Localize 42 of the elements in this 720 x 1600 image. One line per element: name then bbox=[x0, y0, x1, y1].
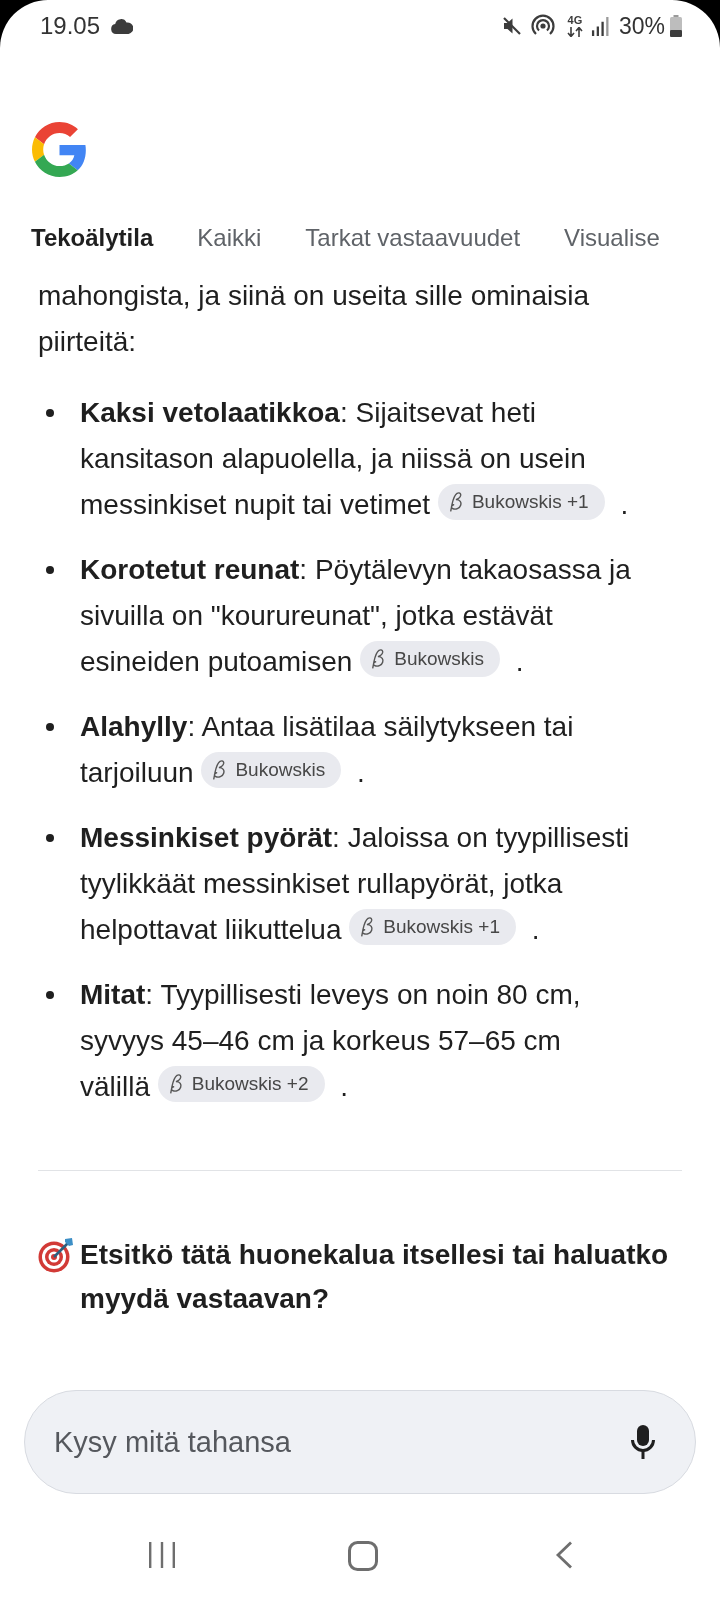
recent-apps-icon[interactable] bbox=[147, 1541, 176, 1569]
tab[interactable]: Kaikki bbox=[197, 218, 262, 258]
bullet-icon bbox=[46, 723, 54, 731]
back-icon[interactable] bbox=[554, 1541, 573, 1569]
bullet-icon bbox=[46, 409, 54, 417]
bullet-text: Messinkiset pyörät: Jaloissa on tyypillisesti tyylikkäät messinkiset rullapyörät, jotka helpottavat liikuttelua Bukowskis +1 . bbox=[80, 821, 631, 947]
bullet-text: Alahylly: Antaa lisätilaa säilytykseen tai tarjoiluun Bukowskis . bbox=[80, 710, 575, 790]
tab[interactable]: Tarkat vastaavuudet bbox=[305, 218, 521, 258]
ask-field[interactable]: Kysy mitä tahansa bbox=[24, 1390, 696, 1494]
answer-text: mahongista, ja siinä on useita sille ominaisia piirteitä: bbox=[38, 279, 590, 359]
g-logo-icon[interactable] bbox=[32, 122, 87, 177]
citation-chip[interactable]: Bukowskis +1 bbox=[437, 483, 605, 520]
bullet-icon bbox=[46, 834, 54, 842]
bullet-text: Korotetut reunat: Pöytälevyn takaosassa ja sivuilla on "kourureunat", jotka estävät esineiden putoamisen Bukowskis . bbox=[80, 553, 632, 679]
citation-chip[interactable]: Bukowskis bbox=[360, 640, 500, 677]
cloud-icon bbox=[111, 18, 134, 34]
tab[interactable]: Visualise bbox=[564, 218, 660, 258]
data-arrows-icon bbox=[566, 27, 583, 37]
target-icon bbox=[38, 1237, 74, 1273]
citation-chip[interactable]: Bukowskis +1 bbox=[349, 908, 516, 945]
citation-chip[interactable]: Bukowskis bbox=[201, 751, 342, 788]
bullet-text: Kaksi vetolaatikkoa: Sijaitsevat heti kansitason alapuolella, ja niissä on usein messinkiset nupit tai vetimet Bukowskis +1 . bbox=[80, 396, 630, 522]
script-logo-icon bbox=[447, 491, 463, 512]
script-logo-icon bbox=[370, 648, 386, 669]
microphone-icon[interactable] bbox=[631, 1425, 655, 1459]
home-icon[interactable] bbox=[347, 1541, 378, 1571]
section-heading: Etsitkö tätä huonekalua itsellesi tai haluatko myydä vastaavan? bbox=[80, 1238, 670, 1316]
bullet-text: Mitat: Tyypillisesti leveys on noin 80 cm, syvyys 45–46 cm ja korkeus 57–65 cm välillä Bukowskis +2 . bbox=[80, 978, 582, 1104]
mute-icon bbox=[501, 16, 522, 36]
hotspot-icon bbox=[530, 14, 555, 38]
network-type: 4G bbox=[567, 15, 583, 26]
status-time: 19.05 bbox=[40, 12, 101, 40]
script-logo-icon bbox=[167, 1073, 183, 1094]
battery-icon bbox=[670, 15, 682, 37]
citation-chip[interactable]: Bukowskis +2 bbox=[157, 1065, 325, 1102]
bullet-icon bbox=[46, 566, 54, 574]
tab[interactable]: Tekoälytila bbox=[31, 218, 154, 258]
script-logo-icon bbox=[359, 916, 375, 937]
script-logo-icon bbox=[211, 759, 227, 780]
bullet-icon bbox=[46, 991, 54, 999]
signal-icon bbox=[590, 16, 610, 36]
battery-percent: 30% bbox=[618, 12, 665, 40]
